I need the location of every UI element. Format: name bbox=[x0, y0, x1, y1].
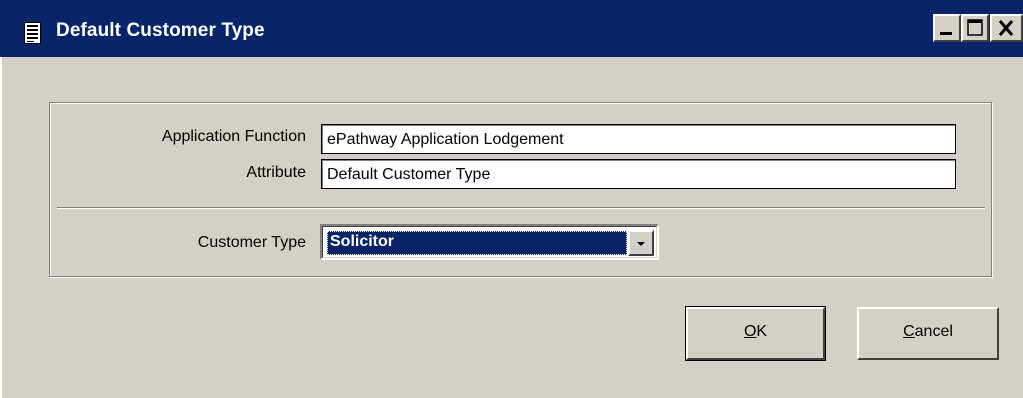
customer-type-label: Customer Type bbox=[197, 234, 306, 251]
ok-button-label: K bbox=[756, 323, 768, 340]
title-bar[interactable]: Default Customer Type bbox=[0, 0, 1023, 57]
close-button[interactable] bbox=[990, 14, 1023, 42]
minimize-button[interactable] bbox=[933, 14, 961, 42]
close-icon bbox=[998, 20, 1014, 36]
chevron-down-icon bbox=[637, 242, 645, 246]
dialog-window: Default Customer Type Application Functi… bbox=[0, 0, 1023, 398]
attribute-label: Attribute bbox=[246, 164, 306, 181]
divider bbox=[57, 207, 985, 209]
cancel-button-mnemonic: C bbox=[903, 323, 915, 340]
cancel-button[interactable]: Cancel bbox=[857, 307, 999, 360]
document-icon bbox=[24, 22, 41, 44]
ok-button-mnemonic: O bbox=[743, 323, 757, 340]
customer-type-select-frame: Solicitor bbox=[322, 226, 657, 258]
maximize-icon bbox=[967, 19, 983, 36]
window-border bbox=[0, 57, 2, 398]
application-function-label: Application Function bbox=[161, 128, 306, 145]
attribute-field[interactable]: Default Customer Type bbox=[321, 159, 956, 189]
cancel-button-label: ancel bbox=[914, 323, 953, 340]
maximize-button[interactable] bbox=[961, 14, 989, 42]
window-title: Default Customer Type bbox=[56, 20, 265, 41]
minimize-icon bbox=[940, 32, 952, 35]
application-function-field[interactable]: ePathway Application Lodgement bbox=[321, 124, 956, 154]
customer-type-select[interactable]: Solicitor bbox=[320, 224, 659, 260]
ok-button[interactable]: OK bbox=[685, 306, 826, 361]
customer-type-selected-value[interactable]: Solicitor bbox=[327, 231, 627, 255]
dropdown-button[interactable] bbox=[628, 230, 654, 256]
